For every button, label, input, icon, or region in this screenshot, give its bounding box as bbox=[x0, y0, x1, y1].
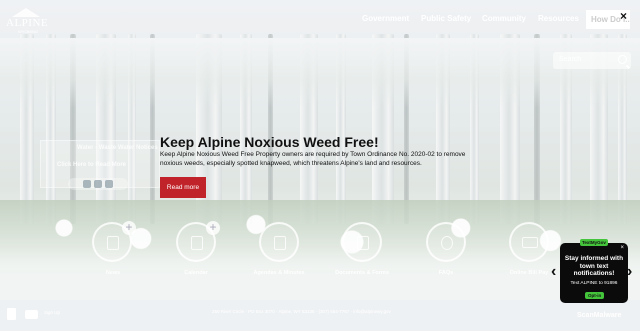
slide-title: Keep Alpine Noxious Weed Free! bbox=[160, 134, 379, 150]
alpine-logo[interactable]: ALPINE WYOMING bbox=[6, 8, 48, 34]
search-input[interactable]: Search bbox=[553, 52, 631, 69]
footer-address: 250 River Circle · PO Box 3070 · Alpine,… bbox=[212, 309, 391, 314]
agendas-label[interactable]: Agendas & Minutes bbox=[244, 270, 314, 276]
nav-resources[interactable]: Resources bbox=[538, 14, 579, 23]
plus-icon: + bbox=[206, 221, 220, 235]
faqs-link[interactable] bbox=[426, 222, 466, 262]
search-placeholder: Search bbox=[559, 56, 582, 63]
documents-link[interactable] bbox=[342, 222, 382, 262]
calendar-icon bbox=[191, 236, 203, 250]
mountain-icon bbox=[12, 8, 40, 17]
text-alert-popup: TextMyGov × Stay informed with town text… bbox=[560, 239, 628, 303]
agendas-link[interactable] bbox=[259, 222, 299, 262]
documents-label[interactable]: Documents & Forms bbox=[327, 270, 397, 276]
read-more-button[interactable]: Read more bbox=[160, 177, 206, 198]
carousel-prev-icon[interactable]: ‹ bbox=[551, 263, 556, 281]
share-icons bbox=[68, 178, 128, 190]
calendar-link[interactable]: + bbox=[176, 221, 220, 262]
documents-icon bbox=[357, 236, 369, 250]
popup-close-icon[interactable]: × bbox=[620, 245, 624, 251]
nav-public-safety[interactable]: Public Safety bbox=[421, 14, 471, 23]
bill-pay-link[interactable] bbox=[509, 222, 549, 262]
question-icon bbox=[441, 236, 453, 250]
slide-text: Keep Alpine Noxious Weed Free Property o… bbox=[160, 151, 466, 167]
nav-government[interactable]: Government bbox=[362, 14, 409, 23]
logo-text: ALPINE bbox=[6, 17, 49, 29]
scan-malware-badge[interactable]: ScanMalware bbox=[577, 312, 621, 319]
news-link[interactable]: + bbox=[92, 221, 136, 262]
clipboard-icon bbox=[274, 236, 286, 250]
credit-card-icon bbox=[522, 237, 538, 248]
site-footer: Sign Up 250 River Circle · PO Box 3070 ·… bbox=[0, 300, 640, 331]
popup-instruction: Text ALPINE to 91896 bbox=[570, 281, 618, 286]
notice-link[interactable]: Click Here to Read More bbox=[57, 162, 126, 168]
nav-community[interactable]: Community bbox=[482, 14, 526, 23]
faqs-label[interactable]: FAQs bbox=[411, 270, 481, 276]
news-label[interactable]: News bbox=[78, 270, 148, 276]
news-icon bbox=[107, 236, 119, 250]
search-icon[interactable] bbox=[618, 55, 627, 64]
sign-up-link[interactable]: Sign Up bbox=[44, 310, 60, 315]
textmygov-badge: TextMyGov bbox=[580, 239, 608, 246]
logo-subtext: WYOMING bbox=[18, 29, 38, 34]
share-icon[interactable] bbox=[83, 180, 91, 188]
close-icon[interactable]: × bbox=[620, 9, 627, 23]
calendar-label[interactable]: Calendar bbox=[161, 270, 231, 276]
share-icon[interactable] bbox=[94, 180, 102, 188]
opt-in-button[interactable]: Opt-in bbox=[585, 292, 605, 299]
popup-message: Stay informed with town text notificatio… bbox=[564, 255, 624, 277]
site-header: ALPINE WYOMING Government Public Safety … bbox=[0, 0, 640, 40]
notice-title: Water - Waste Water Notices bbox=[77, 145, 158, 151]
plus-icon: + bbox=[122, 221, 136, 235]
facebook-icon[interactable] bbox=[7, 308, 16, 320]
share-icon[interactable] bbox=[105, 180, 113, 188]
youtube-icon[interactable] bbox=[25, 310, 38, 319]
